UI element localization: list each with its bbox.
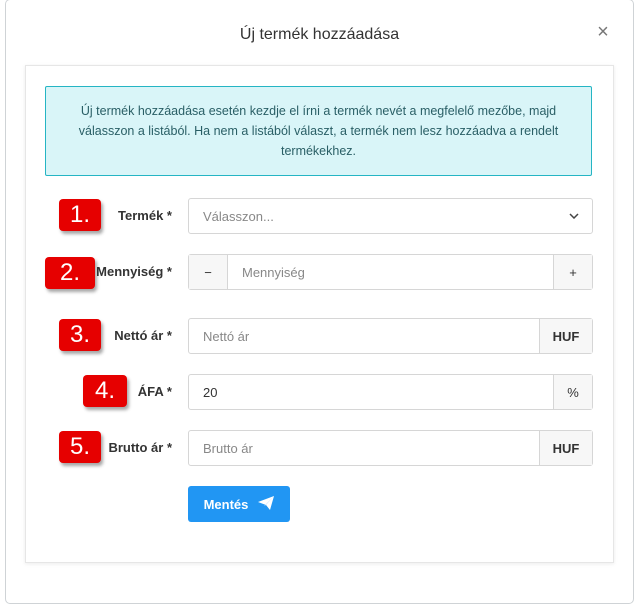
vat-input[interactable]: 20: [189, 375, 553, 409]
vat-input-group: 20 %: [188, 374, 593, 410]
quantity-input[interactable]: Mennyiség: [228, 255, 553, 289]
paper-plane-icon: [258, 495, 275, 513]
gross-price-input[interactable]: Brutto ár: [189, 431, 539, 465]
vat-percent-unit: %: [553, 375, 592, 409]
net-price-label: Nettó ár *: [114, 328, 172, 343]
quantity-stepper: − Mennyiség +: [188, 254, 593, 290]
product-row: 1. Termék * Válasszon...: [26, 198, 613, 234]
quantity-increment-button[interactable]: +: [553, 255, 592, 289]
step-badge-1: 1.: [59, 199, 101, 231]
quantity-label: Mennyiség *: [96, 264, 172, 279]
net-price-currency: HUF: [539, 319, 592, 353]
product-select[interactable]: Válasszon...: [188, 198, 593, 234]
vat-label: ÁFA *: [137, 384, 172, 399]
net-price-row: 3. Nettó ár * Nettó ár HUF: [26, 318, 613, 354]
gross-price-label: Brutto ár *: [108, 440, 172, 455]
step-badge-2: 2.: [45, 257, 95, 289]
net-price-input[interactable]: Nettó ár: [189, 319, 539, 353]
save-button[interactable]: Mentés: [188, 486, 290, 522]
step-badge-5: 5.: [59, 431, 101, 463]
quantity-row: 2. Mennyiség * − Mennyiség +: [26, 254, 613, 290]
gross-price-row: 5. Brutto ár * Brutto ár HUF: [26, 430, 613, 466]
product-select-placeholder: Válasszon...: [203, 208, 274, 224]
save-button-label: Mentés: [203, 496, 249, 512]
quantity-decrement-button[interactable]: −: [189, 255, 228, 289]
vat-row: 4. ÁFA * 20 %: [26, 374, 613, 410]
chevron-down-icon: [556, 199, 592, 233]
net-price-input-group: Nettó ár HUF: [188, 318, 593, 354]
gross-price-currency: HUF: [539, 431, 592, 465]
form-card: Új termék hozzáadása esetén kezdje el ír…: [25, 65, 614, 563]
add-product-modal: Új termék hozzáadása × Új termék hozzáad…: [6, 0, 633, 603]
modal-title: Új termék hozzáadása: [239, 26, 400, 43]
info-alert: Új termék hozzáadása esetén kezdje el ír…: [45, 86, 592, 176]
step-badge-3: 3.: [59, 319, 101, 351]
gross-price-input-group: Brutto ár HUF: [188, 430, 593, 466]
step-badge-4: 4.: [83, 375, 127, 407]
product-label: Termék *: [118, 208, 172, 223]
close-icon[interactable]: ×: [593, 22, 613, 42]
